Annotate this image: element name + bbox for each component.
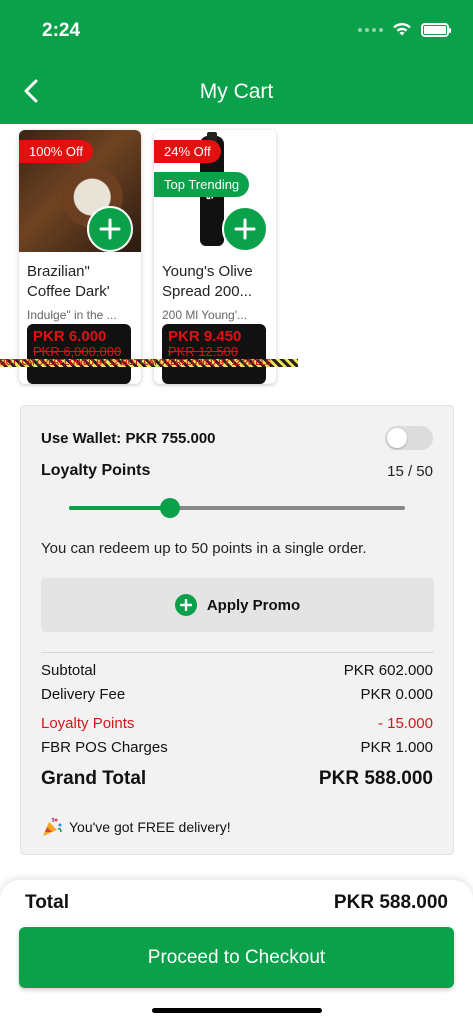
status-icons	[358, 22, 451, 37]
order-summary-panel: Use Wallet: PKR 755.000 Loyalty Points 1…	[20, 405, 454, 855]
product-card[interactable]: 100% Off Brazilian" Coffee Dark' Indulge…	[19, 130, 141, 384]
free-delivery-text: You've got FREE delivery!	[69, 819, 231, 835]
loyalty-row: Loyalty Points 15 / 50	[41, 462, 433, 480]
delivery-value: PKR 0.000	[360, 686, 433, 703]
product-description: 200 Ml Young'...	[162, 308, 248, 322]
party-popper-icon	[43, 817, 62, 836]
apply-promo-button[interactable]: Apply Promo	[41, 578, 434, 632]
signal-icon	[358, 27, 383, 32]
product-name: Brazilian" Coffee Dark'	[27, 263, 110, 300]
wifi-icon	[393, 22, 411, 36]
wallet-amount: PKR 755.000	[125, 429, 216, 447]
loyalty-label: Loyalty Points	[41, 462, 151, 479]
loyalty-slider[interactable]	[69, 498, 405, 518]
total-row: Total PKR 588.000	[25, 892, 448, 914]
overflow-warning: BOTTOM OVERFLOWED BY 12 PIXELS	[0, 359, 122, 367]
wallet-toggle[interactable]	[385, 426, 433, 450]
cart-products: 100% Off Brazilian" Coffee Dark' Indulge…	[0, 124, 473, 386]
plus-circle-icon	[174, 594, 197, 616]
loyalty-slider-fill	[69, 506, 170, 510]
grand-total-label: Grand Total	[41, 768, 147, 789]
free-delivery-note: You've got FREE delivery!	[41, 816, 231, 838]
delivery-row: Delivery Fee PKR 0.000	[41, 686, 433, 703]
status-time: 2:24	[42, 20, 81, 41]
add-to-cart-button[interactable]	[87, 206, 133, 252]
overflow-warning: BOTTOM OVERFLOWED BY 12 PIXELS	[122, 359, 298, 367]
wallet-label: Use Wallet: PKR 755.000	[41, 429, 216, 447]
loyalty-discount-row: Loyalty Points - 15.000	[41, 715, 433, 732]
total-label: Total	[25, 892, 69, 913]
loyalty-slider-thumb[interactable]	[159, 498, 180, 518]
product-image: FOG 24% Off Top Trending	[154, 130, 276, 252]
wallet-row: Use Wallet: PKR 755.000	[41, 426, 433, 450]
plus-icon	[99, 218, 121, 240]
plus-icon	[234, 218, 256, 240]
home-indicator	[152, 1008, 322, 1013]
original-price: PKR 6,000.000	[33, 344, 122, 359]
grand-total-value: PKR 588.000	[318, 768, 433, 789]
checkout-bar: Total PKR 588.000 Proceed to Checkout	[0, 880, 473, 1024]
cart-screen: 2:24 My Cart 100% Off Brazilian" Coffee …	[0, 0, 473, 1024]
add-to-cart-button[interactable]	[222, 206, 268, 252]
grand-total-row: Grand Total PKR 588.000	[41, 768, 433, 790]
divider	[41, 652, 434, 653]
app-header: 2:24 My Cart	[0, 0, 473, 124]
price-box: PKR 9.450 PKR 12.500	[162, 324, 266, 384]
current-price: PKR 6.000	[33, 328, 107, 345]
loyalty-count: 15 / 50	[387, 462, 433, 480]
apply-promo-label: Apply Promo	[206, 596, 301, 614]
loyalty-discount-value: - 15.000	[377, 715, 433, 732]
subtotal-value: PKR 602.000	[343, 662, 433, 679]
page-title: My Cart	[199, 80, 274, 103]
product-image: 100% Off	[19, 130, 141, 252]
fbr-row: FBR POS Charges PKR 1.000	[41, 739, 433, 756]
trending-badge: Top Trending	[154, 172, 250, 197]
current-price: PKR 9.450	[168, 328, 242, 345]
product-name: Young's Olive Spread 200...	[162, 263, 253, 300]
subtotal-row: Subtotal PKR 602.000	[41, 662, 433, 679]
discount-badge: 100% Off	[19, 140, 93, 163]
product-card[interactable]: FOG 24% Off Top Trending Young's Olive S…	[154, 130, 276, 384]
delivery-label: Delivery Fee	[41, 686, 126, 703]
discount-badge: 24% Off	[154, 140, 221, 163]
loyalty-discount-label: Loyalty Points	[41, 715, 135, 732]
battery-icon	[421, 22, 451, 37]
proceed-to-checkout-button[interactable]: Proceed to Checkout	[19, 927, 454, 988]
fbr-label: FBR POS Charges	[41, 739, 168, 756]
original-price: PKR 12.500	[168, 344, 239, 359]
redeem-note: You can redeem up to 50 points in a sing…	[41, 540, 367, 557]
total-value: PKR 588.000	[333, 892, 448, 913]
fbr-value: PKR 1.000	[360, 739, 433, 756]
product-description: Indulge" in the ...	[27, 308, 117, 322]
subtotal-label: Subtotal	[41, 662, 97, 679]
price-box: PKR 6.000 PKR 6,000.000	[27, 324, 131, 384]
